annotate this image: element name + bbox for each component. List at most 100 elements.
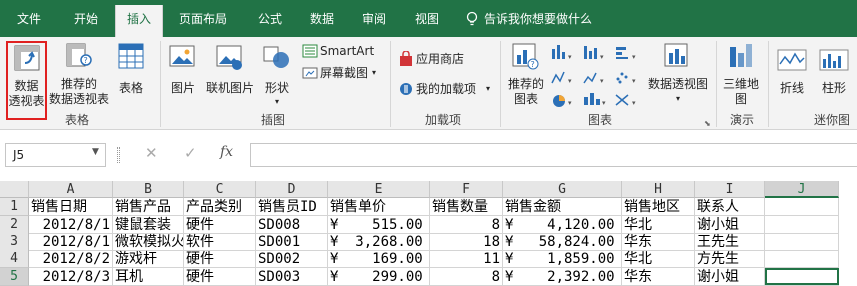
column-header[interactable]: I bbox=[695, 181, 765, 198]
table-cell[interactable]: 产品类别 bbox=[184, 198, 256, 216]
tab-review[interactable]: 审阅 bbox=[362, 0, 386, 37]
table-cell[interactable]: 耳机 bbox=[113, 268, 184, 286]
table-cell[interactable] bbox=[765, 250, 839, 268]
table-cell[interactable]: 华东 bbox=[622, 268, 695, 286]
table-cell[interactable]: 销售产品 bbox=[113, 198, 184, 216]
tab-home[interactable]: 开始 bbox=[74, 0, 98, 37]
table-cell[interactable]: 销售日期 bbox=[29, 198, 113, 216]
table-cell[interactable]: ¥ 4,120.00 bbox=[503, 216, 622, 234]
table-button[interactable]: 表格 bbox=[114, 41, 148, 109]
table-cell[interactable]: 销售地区 bbox=[622, 198, 695, 216]
table-cell[interactable] bbox=[765, 233, 839, 251]
table-cell[interactable]: 2012/8/1 bbox=[29, 216, 113, 234]
recommended-pivot-button[interactable]: ? 推荐的 数据透视表 bbox=[48, 41, 110, 109]
table-cell[interactable]: 谢小姐 bbox=[695, 268, 765, 286]
table-cell[interactable]: ¥ 2,392.00 bbox=[503, 268, 622, 286]
select-all-corner[interactable] bbox=[0, 181, 29, 198]
table-cell[interactable]: ¥ 515.00 bbox=[328, 216, 430, 234]
column-header[interactable]: C bbox=[184, 181, 256, 198]
table-cell[interactable]: 华北 bbox=[622, 250, 695, 268]
formula-input[interactable] bbox=[250, 143, 857, 167]
column-header[interactable]: J bbox=[765, 181, 839, 198]
table-cell[interactable]: 销售员ID bbox=[256, 198, 328, 216]
table-cell[interactable]: 18 bbox=[430, 233, 503, 251]
table-cell[interactable]: 2012/8/3 bbox=[29, 268, 113, 286]
tab-view[interactable]: 视图 bbox=[415, 0, 439, 37]
pivot-table-button[interactable]: 数据 透视表 bbox=[6, 41, 47, 120]
table-cell[interactable]: 谢小姐 bbox=[695, 216, 765, 234]
table-cell[interactable]: 方先生 bbox=[695, 250, 765, 268]
table-cell[interactable]: 2012/8/1 bbox=[29, 233, 113, 251]
3d-map-button[interactable]: 三维地 图 bbox=[720, 41, 762, 111]
table-cell[interactable]: 11 bbox=[430, 250, 503, 268]
column-header[interactable]: F bbox=[430, 181, 503, 198]
tab-page-layout[interactable]: 页面布局 bbox=[179, 0, 227, 37]
table-cell[interactable]: ¥ 1,859.00 bbox=[503, 250, 622, 268]
name-box[interactable]: J5 bbox=[5, 143, 106, 167]
table-cell[interactable]: 硬件 bbox=[184, 268, 256, 286]
resize-handle[interactable] bbox=[117, 147, 120, 163]
column-header[interactable]: B bbox=[113, 181, 184, 198]
row-header[interactable]: 5 bbox=[0, 268, 29, 286]
column-header[interactable]: E bbox=[328, 181, 430, 198]
table-cell[interactable]: ¥ 58,824.00 bbox=[503, 233, 622, 251]
picture-button[interactable]: 图片 bbox=[166, 41, 200, 109]
tab-insert[interactable]: 插入 bbox=[115, 5, 163, 37]
table-cell[interactable]: 王先生 bbox=[695, 233, 765, 251]
table-cell[interactable]: ¥ 169.00 bbox=[328, 250, 430, 268]
tab-file[interactable]: 文件 bbox=[17, 0, 41, 37]
table-cell[interactable]: 2012/8/2 bbox=[29, 250, 113, 268]
table-cell[interactable]: 键鼠套装 bbox=[113, 216, 184, 234]
smartart-button[interactable]: SmartArt bbox=[300, 43, 380, 61]
table-cell[interactable]: ¥ 3,268.00 bbox=[328, 233, 430, 251]
table-cell[interactable]: SD003 bbox=[256, 268, 328, 286]
table-cell[interactable]: 硬件 bbox=[184, 216, 256, 234]
insert-function-button[interactable]: fx bbox=[220, 144, 233, 160]
table-cell[interactable]: 软件 bbox=[184, 233, 256, 251]
table-cell[interactable]: 华东 bbox=[622, 233, 695, 251]
shapes-button[interactable]: 形状 ▾ bbox=[261, 41, 293, 109]
table-cell[interactable]: 销售单价 bbox=[328, 198, 430, 216]
screenshot-button[interactable]: 屏幕截图 ▾ bbox=[300, 65, 384, 83]
tab-data[interactable]: 数据 bbox=[310, 0, 334, 37]
table-cell[interactable]: SD001 bbox=[256, 233, 328, 251]
column-header[interactable]: A bbox=[29, 181, 113, 198]
column-header[interactable]: D bbox=[256, 181, 328, 198]
store-button[interactable]: 应用商店 bbox=[396, 51, 472, 69]
row-header[interactable]: 2 bbox=[0, 216, 29, 234]
check-icon[interactable]: ✓ bbox=[184, 144, 197, 162]
spreadsheet-grid[interactable]: ABCDEFGHIJ 1 销售日期 销售产品 产品类别 销售员ID 销售单价 销售数量 销售金… bbox=[0, 181, 857, 286]
table-cell[interactable]: 微软模拟火 bbox=[113, 233, 184, 251]
online-picture-label: 联机图片 bbox=[205, 81, 254, 95]
sparkline-column-button[interactable]: 柱形 bbox=[814, 41, 854, 101]
dialog-launcher-icon[interactable]: ⬊ bbox=[704, 119, 711, 128]
table-cell[interactable]: 硬件 bbox=[184, 250, 256, 268]
table-cell[interactable]: ¥ 299.00 bbox=[328, 268, 430, 286]
tab-formulas[interactable]: 公式 bbox=[258, 0, 282, 37]
table-cell[interactable]: SD008 bbox=[256, 216, 328, 234]
table-cell[interactable]: 华北 bbox=[622, 216, 695, 234]
table-icon bbox=[118, 43, 144, 69]
online-picture-button[interactable]: 联机图片 bbox=[204, 41, 256, 109]
table-cell[interactable]: 销售金额 bbox=[503, 198, 622, 216]
my-addins-button[interactable]: 我的加载项 ▾ bbox=[396, 81, 496, 99]
column-header[interactable]: G bbox=[503, 181, 622, 198]
row-header[interactable]: 1 bbox=[0, 198, 29, 216]
pivot-chart-button[interactable]: 数据透视图 ▾ bbox=[646, 41, 710, 111]
recommended-charts-button[interactable]: ? 推荐的 图表 bbox=[504, 41, 548, 111]
table-cell[interactable] bbox=[765, 198, 839, 216]
cancel-icon[interactable]: ✕ bbox=[145, 144, 158, 162]
column-header[interactable]: H bbox=[622, 181, 695, 198]
table-cell[interactable]: SD002 bbox=[256, 250, 328, 268]
chevron-down-icon[interactable]: ▼ bbox=[92, 147, 99, 157]
row-header[interactable]: 4 bbox=[0, 250, 29, 268]
table-cell[interactable]: 游戏杆 bbox=[113, 250, 184, 268]
table-cell[interactable]: 联系人 bbox=[695, 198, 765, 216]
table-cell[interactable]: 8 bbox=[430, 216, 503, 234]
table-cell[interactable] bbox=[765, 216, 839, 234]
row-header[interactable]: 3 bbox=[0, 233, 29, 251]
table-cell[interactable]: 销售数量 bbox=[430, 198, 503, 216]
chart-gallery[interactable]: ▾ ▾ ▾ ▾ ▾ ▾ ▾ ▾ ▾ bbox=[550, 43, 644, 107]
table-cell[interactable]: 8 bbox=[430, 268, 503, 286]
sparkline-line-button[interactable]: 折线 bbox=[772, 41, 812, 101]
